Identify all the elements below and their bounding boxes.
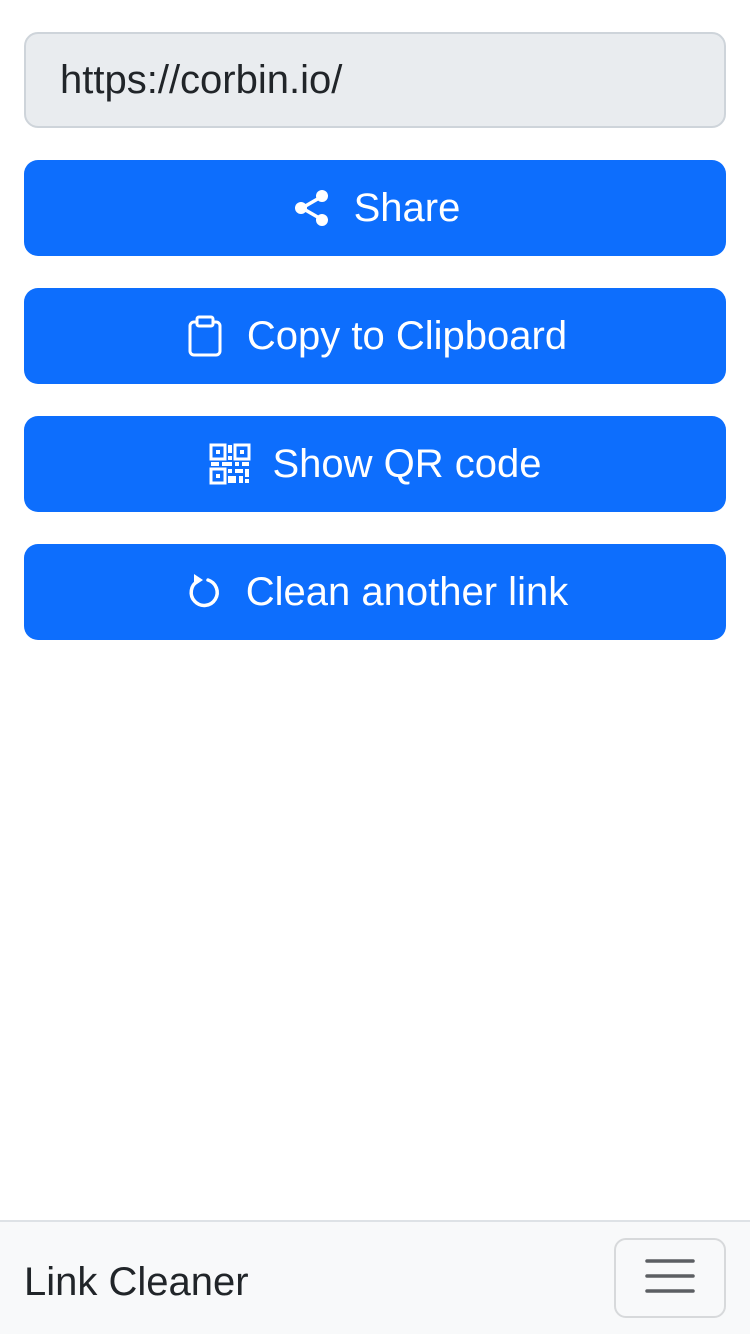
share-button-label: Share	[353, 185, 461, 230]
clean-another-link-button[interactable]: Clean another link	[24, 544, 726, 640]
clipboard-icon	[183, 314, 227, 358]
show-qr-code-button[interactable]: Show QR code	[24, 416, 726, 512]
cleaned-url-field[interactable]: https://corbin.io/	[24, 32, 726, 128]
refresh-icon	[182, 570, 226, 614]
cleaned-url-text: https://corbin.io/	[60, 57, 343, 102]
main-content: https://corbin.io/ Share Copy to Clipboa…	[24, 32, 726, 672]
share-button[interactable]: Share	[24, 160, 726, 256]
copy-to-clipboard-label: Copy to Clipboard	[246, 313, 568, 358]
qr-code-icon	[208, 442, 252, 486]
navbar-brand[interactable]: Link Cleaner	[24, 1258, 249, 1306]
copy-to-clipboard-button[interactable]: Copy to Clipboard	[24, 288, 726, 384]
hamburger-menu-icon	[645, 1256, 695, 1301]
navbar-toggler-button[interactable]	[614, 1238, 726, 1318]
show-qr-code-label: Show QR code	[272, 441, 542, 486]
share-icon	[290, 186, 334, 230]
app-page: https://corbin.io/ Share Copy to Clipboa…	[0, 0, 750, 1334]
bottom-navbar: Link Cleaner	[0, 1220, 750, 1334]
clean-another-link-label: Clean another link	[245, 569, 569, 614]
